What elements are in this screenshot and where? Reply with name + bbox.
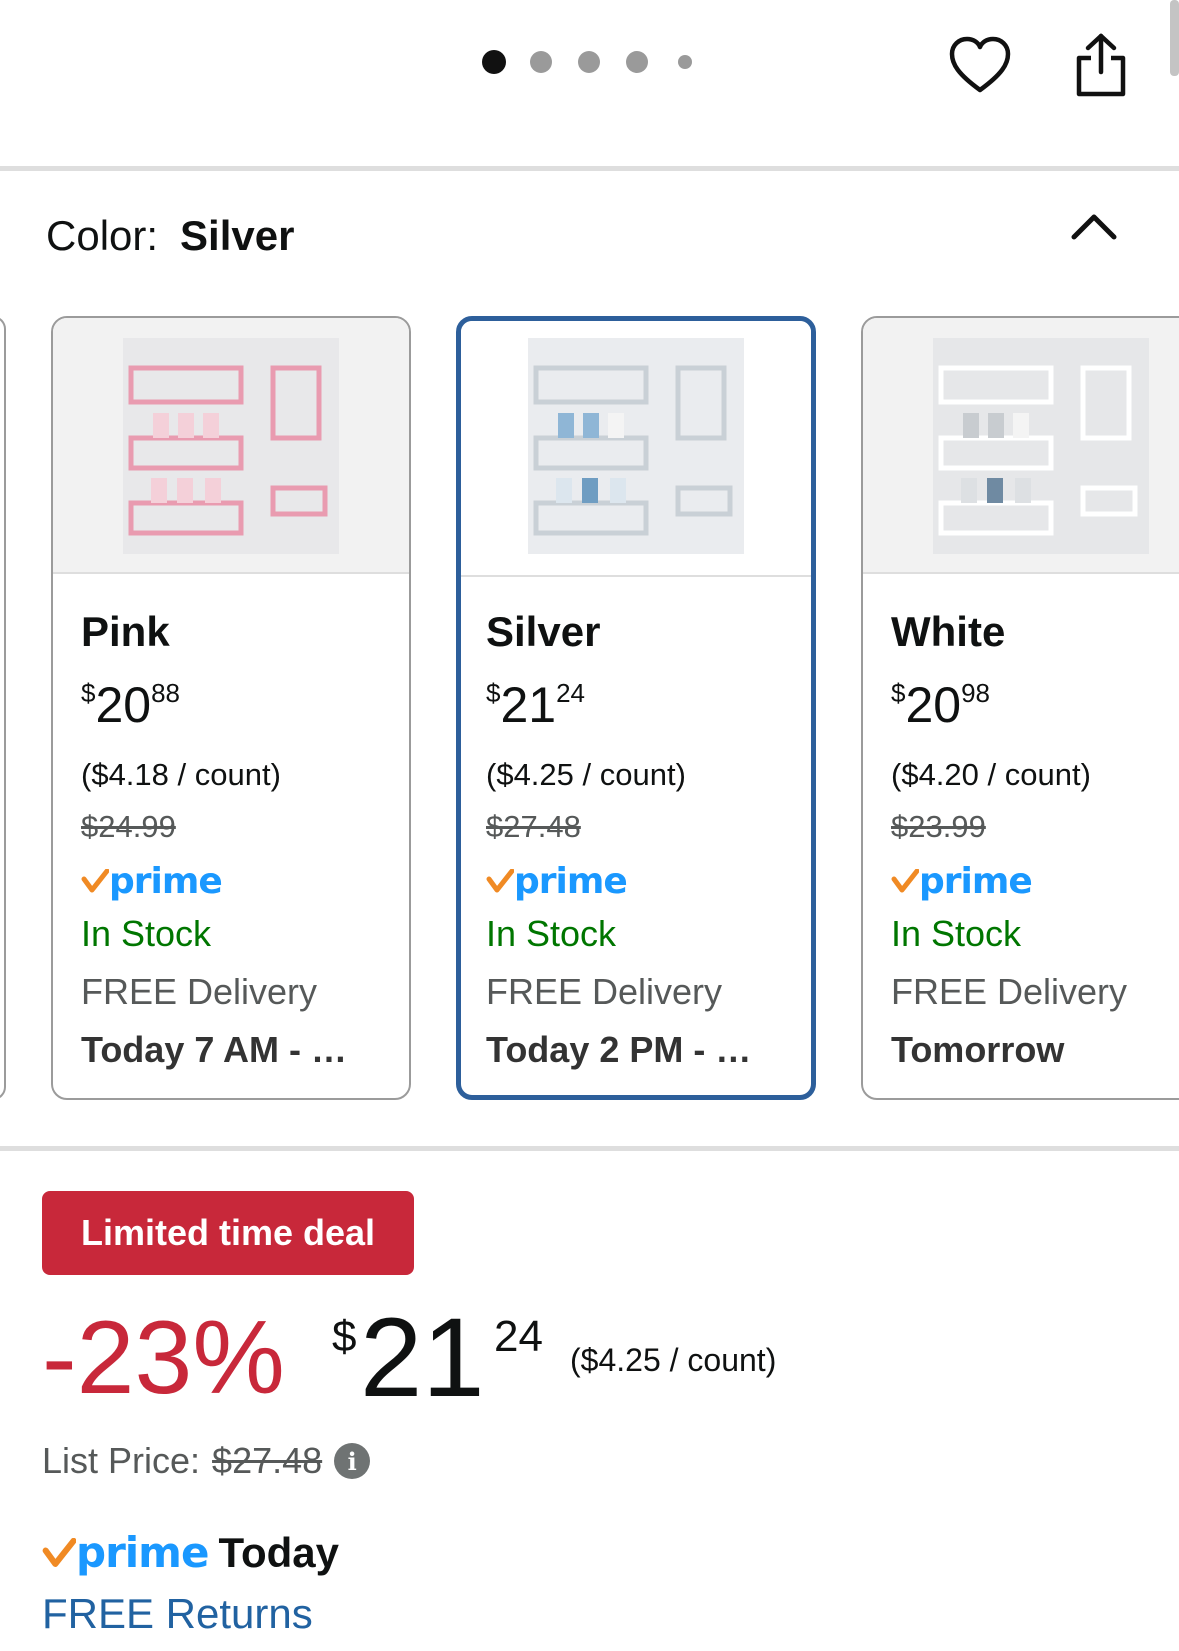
swatch-card-white[interactable]: White $2098 ($4.20 / count) $23.99 prime… — [861, 316, 1179, 1100]
prime-delivery-when: Today — [218, 1528, 340, 1576]
stock-status: In Stock — [81, 913, 212, 954]
divider-top — [0, 166, 1179, 171]
divider-middle — [0, 1146, 1179, 1151]
swatch-card-partial[interactable] — [0, 316, 6, 1100]
prime-check-icon — [891, 869, 919, 893]
list-price: List Price: $27.48 i — [42, 1440, 371, 1482]
stock-status: In Stock — [486, 913, 617, 954]
prime-check-icon — [42, 1537, 76, 1567]
prime-badge: prime — [81, 859, 399, 903]
carousel-dot-3[interactable] — [578, 51, 600, 73]
info-icon[interactable]: i — [334, 1443, 371, 1479]
free-returns-link[interactable]: FREE Returns — [42, 1590, 313, 1638]
shower-caddy-white-image — [933, 338, 1149, 554]
swatch-name: White — [891, 608, 1006, 655]
top-bar — [0, 0, 1179, 168]
swatch-image-silver — [461, 321, 811, 577]
swatch-card-pink[interactable]: Pink $2088 ($4.18 / count) $24.99 prime … — [51, 316, 411, 1100]
discount-percent: -23% — [42, 1300, 285, 1416]
delivery-time: Today 7 AM - … — [81, 1029, 348, 1070]
stock-status: In Stock — [891, 913, 1022, 954]
swatch-name: Silver — [486, 608, 601, 655]
swatch-was-price: $23.99 — [891, 809, 986, 844]
delivery-label: FREE Delivery — [891, 971, 1128, 1012]
chevron-up-icon[interactable] — [1068, 205, 1120, 245]
color-selection-header: Color: Silver — [46, 212, 294, 260]
list-price-value: $27.48 — [212, 1440, 323, 1481]
carousel-dot-1[interactable] — [482, 50, 506, 74]
deal-price-whole: 21 — [360, 1295, 485, 1420]
swatch-unit-price: ($4.25 / count) — [486, 757, 686, 792]
selected-color-value: Silver — [180, 212, 295, 259]
deal-unit-price: ($4.25 / count) — [570, 1342, 777, 1378]
swatch-unit-price: ($4.18 / count) — [81, 757, 281, 792]
swatch-price: $2124 — [486, 677, 586, 733]
swatch-image-pink — [53, 318, 409, 574]
carousel-dot-4[interactable] — [626, 51, 648, 73]
delivery-label: FREE Delivery — [486, 971, 723, 1012]
prime-badge: prime — [891, 859, 1179, 903]
swatch-unit-price: ($4.20 / count) — [891, 757, 1091, 792]
delivery-time: Tomorrow — [891, 1029, 1065, 1070]
prime-delivery: prime Today — [42, 1528, 339, 1577]
delivery-label: FREE Delivery — [81, 971, 318, 1012]
color-label: Color: — [46, 212, 159, 259]
shower-caddy-silver-image — [528, 338, 744, 554]
prime-logo: prime — [76, 1528, 209, 1577]
delivery-time: Today 2 PM - … — [486, 1029, 752, 1070]
carousel-dot-5[interactable] — [678, 55, 692, 69]
deal-price-currency: $ — [332, 1312, 357, 1361]
swatch-name: Pink — [81, 608, 170, 655]
scrollbar[interactable] — [1170, 0, 1179, 76]
carousel-dot-2[interactable] — [530, 51, 552, 73]
swatch-was-price: $24.99 — [81, 809, 176, 844]
swatch-price: $2098 — [891, 677, 991, 733]
prime-check-icon — [81, 869, 109, 893]
swatch-was-price: $27.48 — [486, 809, 581, 844]
list-price-label: List Price: — [42, 1440, 201, 1481]
swatch-price: $2088 — [81, 677, 181, 733]
shower-caddy-pink-image — [123, 338, 339, 554]
prime-check-icon — [486, 869, 514, 893]
prime-badge: prime — [486, 859, 801, 903]
share-icon[interactable] — [1066, 30, 1136, 100]
swatch-card-silver[interactable]: Silver $2124 ($4.25 / count) $27.48 prim… — [456, 316, 816, 1100]
swatch-image-white — [863, 318, 1179, 574]
deal-price-fraction: 24 — [494, 1312, 543, 1361]
limited-time-deal-badge: Limited time deal — [42, 1191, 414, 1275]
wishlist-heart-icon[interactable] — [945, 30, 1015, 100]
